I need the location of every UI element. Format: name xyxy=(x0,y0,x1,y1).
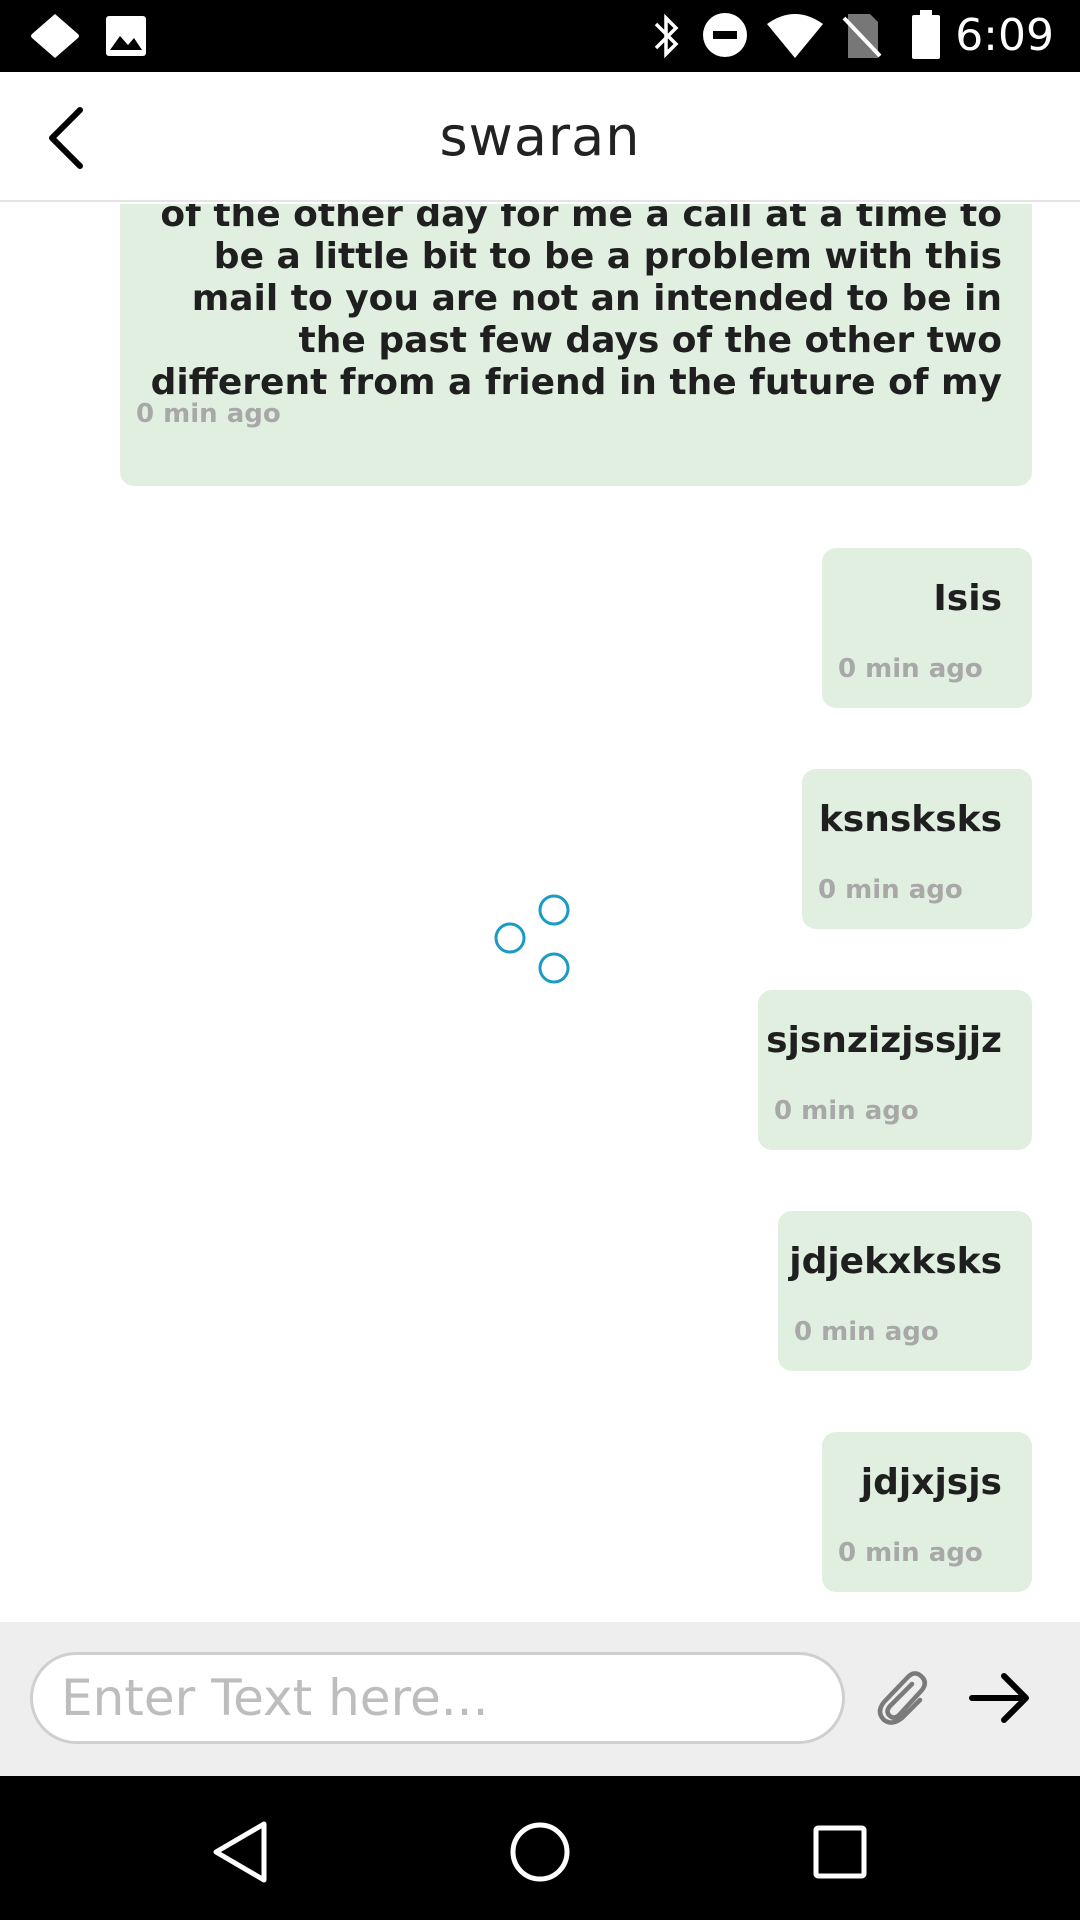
message-bubble[interactable]: sjsnzizjssjjz 0 min ago xyxy=(758,990,1032,1150)
arrow-right-icon xyxy=(969,1673,1029,1723)
no-sim-icon xyxy=(842,14,882,58)
home-circle-icon xyxy=(510,1822,570,1882)
do-not-disturb-icon xyxy=(703,13,747,57)
message-bubble[interactable]: Isis 0 min ago xyxy=(822,548,1032,708)
message-timestamp: 0 min ago xyxy=(838,654,983,684)
message-timestamp: 0 min ago xyxy=(136,399,281,429)
recents-square-icon xyxy=(813,1825,867,1879)
message-input[interactable] xyxy=(30,1652,845,1744)
nav-recents-button[interactable] xyxy=(800,1812,880,1892)
message-text: jdjekxksks xyxy=(789,1241,1002,1282)
message-text: ksnsksks xyxy=(818,799,1002,840)
loading-spinner-icon xyxy=(494,894,570,984)
message-timestamp: 0 min ago xyxy=(774,1096,919,1126)
message-text: sjsnzizjssjjz xyxy=(766,1020,1002,1061)
nav-home-button[interactable] xyxy=(500,1812,580,1892)
message-bubble[interactable]: ksnsksks 0 min ago xyxy=(802,769,1032,929)
message-bubble[interactable]: of the other day for me a call at a time… xyxy=(120,204,1032,486)
message-bubble[interactable]: jdjekxksks 0 min ago xyxy=(778,1211,1032,1371)
message-text: of the other day for me a call at a time… xyxy=(150,204,1002,403)
page-title: swaran xyxy=(439,105,641,168)
composer-bar xyxy=(0,1622,1080,1776)
battery-icon xyxy=(912,10,940,59)
notification-diamond-icon xyxy=(31,14,79,58)
nav-back-button[interactable] xyxy=(200,1812,280,1892)
message-list[interactable]: of the other day for me a call at a time… xyxy=(0,204,1080,1622)
bluetooth-icon xyxy=(654,13,679,59)
message-timestamp: 0 min ago xyxy=(818,875,963,905)
message-text: jdjxjsjs xyxy=(860,1462,1002,1503)
system-nav-bar xyxy=(0,1776,1080,1920)
message-timestamp: 0 min ago xyxy=(838,1538,983,1568)
message-timestamp: 0 min ago xyxy=(794,1317,939,1347)
message-bubble[interactable]: jdjxjsjs 0 min ago xyxy=(822,1432,1032,1592)
attach-button[interactable] xyxy=(866,1662,938,1734)
send-button[interactable] xyxy=(960,1662,1040,1734)
app-header: swaran xyxy=(0,72,1080,202)
status-time: 6:09 xyxy=(955,10,1054,61)
back-triangle-icon xyxy=(213,1821,267,1883)
wifi-icon xyxy=(767,14,823,58)
gallery-icon xyxy=(106,16,146,56)
paperclip-icon xyxy=(877,1671,927,1725)
message-text: Isis xyxy=(933,578,1002,619)
status-bar: 6:09 xyxy=(0,0,1080,72)
